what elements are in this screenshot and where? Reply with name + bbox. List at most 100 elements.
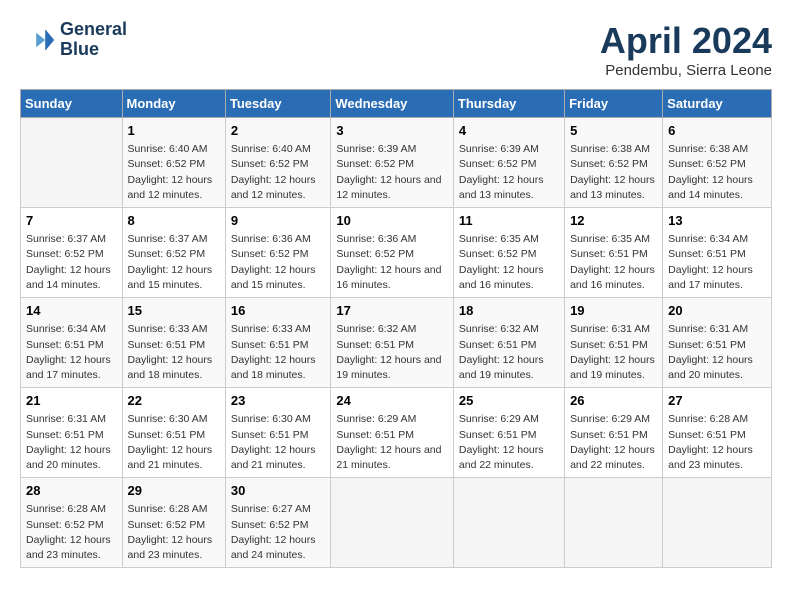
location: Pendembu, Sierra Leone xyxy=(600,62,772,79)
calendar-cell: 20 Sunrise: 6:31 AM Sunset: 6:51 PM Dayli… xyxy=(663,298,772,388)
day-info: Sunrise: 6:35 AM Sunset: 6:51 PM Dayligh… xyxy=(570,232,657,293)
day-info: Sunrise: 6:40 AM Sunset: 6:52 PM Dayligh… xyxy=(128,142,220,203)
calendar-row: 1 Sunrise: 6:40 AM Sunset: 6:52 PM Daylig… xyxy=(21,118,772,208)
calendar-cell: 17Sunrise: 6:32 AM Sunset: 6:51 PM Dayli… xyxy=(331,298,454,388)
day-number: 19 xyxy=(570,302,657,320)
logo-icon xyxy=(20,22,56,58)
calendar-cell: 11 Sunrise: 6:35 AM Sunset: 6:52 PM Dayli… xyxy=(453,208,564,298)
day-info: Sunrise: 6:34 AM Sunset: 6:51 PM Dayligh… xyxy=(26,322,117,383)
calendar-cell: 30 Sunrise: 6:27 AM Sunset: 6:52 PM Dayli… xyxy=(225,478,331,568)
day-info: Sunrise: 6:32 AM Sunset: 6:51 PM Dayligh… xyxy=(459,322,559,383)
day-number: 22 xyxy=(128,392,220,410)
day-info: Sunrise: 6:36 AM Sunset: 6:52 PM Dayligh… xyxy=(336,232,448,293)
day-number: 18 xyxy=(459,302,559,320)
calendar-cell: 4Sunrise: 6:39 AM Sunset: 6:52 PM Daylig… xyxy=(453,118,564,208)
logo-line1: General xyxy=(60,20,127,40)
logo-line2: Blue xyxy=(60,40,127,60)
day-info: Sunrise: 6:28 AM Sunset: 6:52 PM Dayligh… xyxy=(128,502,220,563)
day-number: 16 xyxy=(231,302,326,320)
calendar-row: 21 Sunrise: 6:31 AM Sunset: 6:51 PM Dayli… xyxy=(21,388,772,478)
logo-text: General Blue xyxy=(60,20,127,60)
day-number: 12 xyxy=(570,212,657,230)
calendar-cell: 12 Sunrise: 6:35 AM Sunset: 6:51 PM Dayli… xyxy=(565,208,663,298)
calendar-row: 7Sunrise: 6:37 AM Sunset: 6:52 PM Daylig… xyxy=(21,208,772,298)
calendar-cell: 26 Sunrise: 6:29 AM Sunset: 6:51 PM Dayli… xyxy=(565,388,663,478)
day-info: Sunrise: 6:33 AM Sunset: 6:51 PM Dayligh… xyxy=(231,322,326,383)
day-info: Sunrise: 6:35 AM Sunset: 6:52 PM Dayligh… xyxy=(459,232,559,293)
day-number: 30 xyxy=(231,482,326,500)
weekday-header: Monday xyxy=(122,90,225,118)
day-number: 14 xyxy=(26,302,117,320)
calendar-cell xyxy=(453,478,564,568)
day-info: Sunrise: 6:27 AM Sunset: 6:52 PM Dayligh… xyxy=(231,502,326,563)
day-info: Sunrise: 6:29 AM Sunset: 6:51 PM Dayligh… xyxy=(459,412,559,473)
day-number: 23 xyxy=(231,392,326,410)
calendar-cell: 27 Sunrise: 6:28 AM Sunset: 6:51 PM Dayli… xyxy=(663,388,772,478)
month-title: April 2024 xyxy=(600,20,772,62)
day-number: 24 xyxy=(336,392,448,410)
day-number: 10 xyxy=(336,212,448,230)
weekday-header: Sunday xyxy=(21,90,123,118)
day-number: 13 xyxy=(668,212,766,230)
calendar-cell: 15 Sunrise: 6:33 AM Sunset: 6:51 PM Dayli… xyxy=(122,298,225,388)
day-info: Sunrise: 6:31 AM Sunset: 6:51 PM Dayligh… xyxy=(570,322,657,383)
calendar-cell: 3 Sunrise: 6:39 AM Sunset: 6:52 PM Daylig… xyxy=(331,118,454,208)
calendar-cell: 10 Sunrise: 6:36 AM Sunset: 6:52 PM Dayli… xyxy=(331,208,454,298)
weekday-header: Saturday xyxy=(663,90,772,118)
day-number: 28 xyxy=(26,482,117,500)
weekday-header: Friday xyxy=(565,90,663,118)
calendar-cell: 8 Sunrise: 6:37 AM Sunset: 6:52 PM Daylig… xyxy=(122,208,225,298)
day-number: 11 xyxy=(459,212,559,230)
day-number: 21 xyxy=(26,392,117,410)
day-info: Sunrise: 6:30 AM Sunset: 6:51 PM Dayligh… xyxy=(128,412,220,473)
day-info: Sunrise: 6:37 AM Sunset: 6:52 PM Dayligh… xyxy=(26,232,117,293)
day-info: Sunrise: 6:30 AM Sunset: 6:51 PM Dayligh… xyxy=(231,412,326,473)
calendar-cell: 6 Sunrise: 6:38 AM Sunset: 6:52 PM Daylig… xyxy=(663,118,772,208)
day-info: Sunrise: 6:38 AM Sunset: 6:52 PM Dayligh… xyxy=(668,142,766,203)
calendar-cell: 18 Sunrise: 6:32 AM Sunset: 6:51 PM Dayli… xyxy=(453,298,564,388)
day-info: Sunrise: 6:33 AM Sunset: 6:51 PM Dayligh… xyxy=(128,322,220,383)
day-info: Sunrise: 6:31 AM Sunset: 6:51 PM Dayligh… xyxy=(26,412,117,473)
day-number: 20 xyxy=(668,302,766,320)
calendar-cell: 14 Sunrise: 6:34 AM Sunset: 6:51 PM Dayli… xyxy=(21,298,123,388)
day-number: 4 xyxy=(459,122,559,140)
calendar-row: 28 Sunrise: 6:28 AM Sunset: 6:52 PM Dayli… xyxy=(21,478,772,568)
day-number: 9 xyxy=(231,212,326,230)
day-info: Sunrise: 6:31 AM Sunset: 6:51 PM Dayligh… xyxy=(668,322,766,383)
calendar-cell: 25 Sunrise: 6:29 AM Sunset: 6:51 PM Dayli… xyxy=(453,388,564,478)
day-number: 6 xyxy=(668,122,766,140)
calendar-cell xyxy=(331,478,454,568)
calendar-row: 14 Sunrise: 6:34 AM Sunset: 6:51 PM Dayli… xyxy=(21,298,772,388)
day-number: 1 xyxy=(128,122,220,140)
day-info: Sunrise: 6:28 AM Sunset: 6:51 PM Dayligh… xyxy=(668,412,766,473)
day-number: 5 xyxy=(570,122,657,140)
day-number: 25 xyxy=(459,392,559,410)
calendar-cell xyxy=(21,118,123,208)
day-info: Sunrise: 6:29 AM Sunset: 6:51 PM Dayligh… xyxy=(336,412,448,473)
day-number: 27 xyxy=(668,392,766,410)
day-info: Sunrise: 6:34 AM Sunset: 6:51 PM Dayligh… xyxy=(668,232,766,293)
title-block: April 2024 Pendembu, Sierra Leone xyxy=(600,20,772,79)
page-header: General Blue April 2024 Pendembu, Sierra… xyxy=(20,20,772,79)
day-number: 26 xyxy=(570,392,657,410)
day-number: 3 xyxy=(336,122,448,140)
weekday-header: Thursday xyxy=(453,90,564,118)
day-number: 8 xyxy=(128,212,220,230)
calendar-cell: 24 Sunrise: 6:29 AM Sunset: 6:51 PM Dayli… xyxy=(331,388,454,478)
day-number: 2 xyxy=(231,122,326,140)
calendar-cell: 7Sunrise: 6:37 AM Sunset: 6:52 PM Daylig… xyxy=(21,208,123,298)
calendar-cell: 28Sunrise: 6:28 AM Sunset: 6:52 PM Dayli… xyxy=(21,478,123,568)
calendar-table: SundayMondayTuesdayWednesdayThursdayFrid… xyxy=(20,89,772,568)
calendar-cell xyxy=(663,478,772,568)
day-info: Sunrise: 6:37 AM Sunset: 6:52 PM Dayligh… xyxy=(128,232,220,293)
calendar-cell: 1 Sunrise: 6:40 AM Sunset: 6:52 PM Daylig… xyxy=(122,118,225,208)
day-number: 17 xyxy=(336,302,448,320)
weekday-header: Wednesday xyxy=(331,90,454,118)
calendar-cell: 16 Sunrise: 6:33 AM Sunset: 6:51 PM Dayli… xyxy=(225,298,331,388)
calendar-cell: 13 Sunrise: 6:34 AM Sunset: 6:51 PM Dayli… xyxy=(663,208,772,298)
day-number: 15 xyxy=(128,302,220,320)
day-info: Sunrise: 6:29 AM Sunset: 6:51 PM Dayligh… xyxy=(570,412,657,473)
logo: General Blue xyxy=(20,20,127,60)
day-info: Sunrise: 6:38 AM Sunset: 6:52 PM Dayligh… xyxy=(570,142,657,203)
day-info: Sunrise: 6:39 AM Sunset: 6:52 PM Dayligh… xyxy=(336,142,448,203)
